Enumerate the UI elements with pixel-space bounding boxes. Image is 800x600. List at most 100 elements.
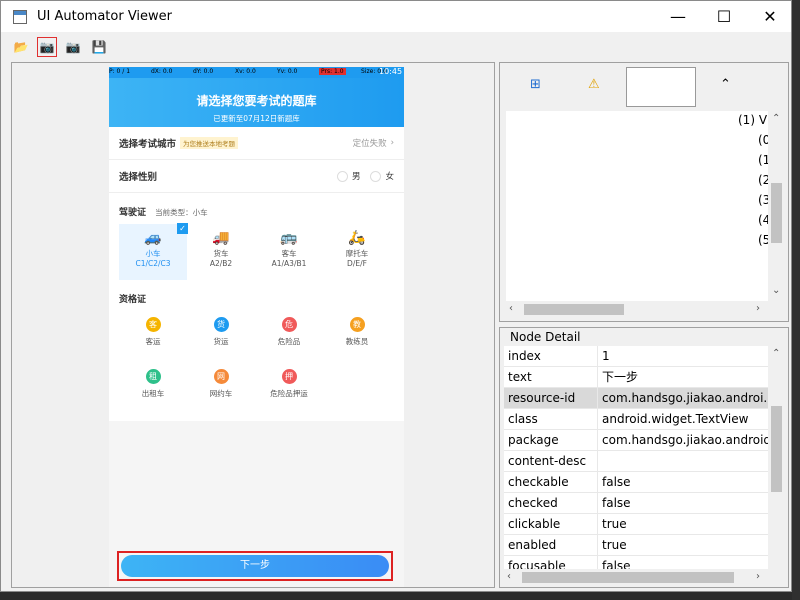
hierarchy-tree[interactable]: (1) V (0 (1 (2 (3 (4 (5 xyxy=(506,111,770,301)
maximize-button[interactable]: ☐ xyxy=(701,1,747,32)
minimize-button[interactable]: — xyxy=(655,1,701,32)
scroll-right-icon[interactable]: › xyxy=(756,303,760,314)
prop-value: 1 xyxy=(602,349,610,363)
close-button[interactable]: ✕ xyxy=(747,1,793,32)
prop-value xyxy=(598,451,768,471)
prop-key: content-desc xyxy=(504,451,598,471)
scroll-up-icon[interactable]: ⌃ xyxy=(772,113,780,124)
status-xv: Xv: 0.0 xyxy=(235,68,256,75)
status-p: P: 0 / 1 xyxy=(109,68,131,75)
hierarchy-vscrollbar[interactable]: ⌃ ⌄ xyxy=(768,111,785,301)
device-screenshot-compressed-icon[interactable]: 📷 xyxy=(63,37,83,57)
qual-hazmat[interactable]: 危危险品 xyxy=(255,317,323,363)
qual-freight[interactable]: 货货运 xyxy=(187,317,255,363)
female-label[interactable]: 女 xyxy=(385,170,394,182)
scroll-thumb[interactable] xyxy=(522,572,734,583)
table-row[interactable]: package com.handsgo.jiakao.android xyxy=(504,430,768,451)
qual-passenger[interactable]: 客客运 xyxy=(119,317,187,363)
vehicle-truck[interactable]: 🚚 货车 A2/B2 xyxy=(187,224,255,280)
warning-icon[interactable]: ⚠ xyxy=(588,77,600,92)
vehicle-code: A2/B2 xyxy=(209,259,233,268)
prop-value: android.widget.TextView xyxy=(602,412,749,426)
vehicle-code: D/E/F xyxy=(347,259,367,268)
qual-taxi[interactable]: 租出租车 xyxy=(119,369,187,415)
next-button[interactable]: 下一步 xyxy=(121,555,389,577)
expand-all-icon[interactable]: ⊞ xyxy=(530,77,541,92)
vehicle-name: 小车 xyxy=(145,249,161,258)
female-radio[interactable] xyxy=(370,170,382,182)
open-folder-icon[interactable]: 📂 xyxy=(11,37,31,57)
scroll-left-icon[interactable]: ‹ xyxy=(507,571,511,582)
status-dx: dX: 0.0 xyxy=(151,68,173,75)
pointer-location-bar: P: 0 / 1 dX: 0.0 dY: 0.0 Xv: 0.0 Yv: 0.0… xyxy=(109,67,404,78)
scroll-thumb[interactable] xyxy=(771,406,782,492)
bus-icon: 🚌 xyxy=(280,230,298,246)
scroll-down-icon[interactable]: ⌄ xyxy=(772,285,780,296)
city-value: 定位失败 xyxy=(352,139,387,149)
vehicle-bus[interactable]: 🚌 客车 A1/A3/B1 xyxy=(255,224,323,280)
hierarchy-pane: ⊞ ⚠ ⌃ (1) V (0 (1 (2 (3 (4 (5 ⌃ ⌄ ‹ › xyxy=(499,62,789,322)
city-row[interactable]: 选择考试城市 为您推送本地考题 定位失败 › xyxy=(109,127,404,160)
prop-key: enabled xyxy=(504,535,598,555)
screenshot-pane: P: 0 / 1 dX: 0.0 dY: 0.0 Xv: 0.0 Yv: 0.0… xyxy=(11,62,495,588)
toolbar: 📂 📷 📷 💾 xyxy=(1,32,791,62)
scroll-up-icon[interactable]: ⌃ xyxy=(772,348,780,359)
table-row[interactable]: content-desc xyxy=(504,451,768,472)
selected-node-highlight: 下一步 xyxy=(117,551,393,581)
node-detail-pane: Node Detail index 1 text 下一步 resource-id co… xyxy=(499,327,789,588)
male-label[interactable]: 男 xyxy=(352,170,361,182)
form-card: 选择考试城市 为您推送本地考题 定位失败 › 选择性别 男 女 驾驶证 当前类型… xyxy=(109,127,404,421)
qual-name: 危险品 xyxy=(277,337,301,346)
qual-hazmat-escort[interactable]: 押危险品押运 xyxy=(255,369,323,415)
prop-key: clickable xyxy=(504,514,598,534)
detail-hscrollbar[interactable]: ‹ › xyxy=(504,569,768,586)
table-row[interactable]: text 下一步 xyxy=(504,367,768,388)
status-yv: Yv: 0.0 xyxy=(277,68,298,75)
main-window: UI Automator Viewer — ☐ ✕ 📂 📷 📷 💾 P: 0 /… xyxy=(0,0,792,592)
male-radio[interactable] xyxy=(336,170,348,182)
truck-icon: 🚚 xyxy=(212,230,230,246)
table-row[interactable]: enabled true xyxy=(504,535,768,556)
save-icon[interactable]: 💾 xyxy=(89,37,109,57)
background-desktop xyxy=(792,0,800,600)
prop-value: false xyxy=(602,496,631,510)
table-row[interactable]: checked false xyxy=(504,493,768,514)
chevron-right-icon: › xyxy=(390,138,394,148)
tree-node[interactable]: (1) V xyxy=(738,113,767,127)
city-tag: 为您推送本地考题 xyxy=(180,137,239,149)
hazmat-icon: 危 xyxy=(281,317,297,332)
qual-ride-hailing[interactable]: 网网约车 xyxy=(187,369,255,415)
detail-vscrollbar[interactable]: ⌃ xyxy=(768,346,785,572)
device-screen[interactable]: P: 0 / 1 dX: 0.0 dY: 0.0 Xv: 0.0 Yv: 0.0… xyxy=(109,67,404,587)
table-row[interactable]: index 1 xyxy=(504,346,768,367)
status-prs: Prs: 1.0 xyxy=(319,68,346,75)
table-row[interactable]: class android.widget.TextView xyxy=(504,409,768,430)
filter-box[interactable] xyxy=(626,67,696,107)
table-row[interactable]: checkable false xyxy=(504,472,768,493)
table-row[interactable]: resource-id com.handsgo.jiakao.androi... xyxy=(504,388,768,409)
city-label: 选择考试城市 xyxy=(119,139,177,150)
prop-key: package xyxy=(504,430,598,450)
vehicle-car[interactable]: ✓ 🚙 小车 C1/C2/C3 xyxy=(119,223,188,280)
qual-instructor[interactable]: 教教练员 xyxy=(323,317,391,363)
ride-hailing-icon: 网 xyxy=(213,369,229,384)
prop-value: true xyxy=(602,538,627,552)
qualification-label: 资格证 xyxy=(119,295,147,305)
hierarchy-hscrollbar[interactable]: ‹ › xyxy=(506,301,768,318)
hierarchy-toolbar: ⊞ ⚠ ⌃ xyxy=(500,63,788,111)
qual-name: 货运 xyxy=(213,337,229,346)
device-screenshot-icon[interactable]: 📷 xyxy=(37,37,57,57)
hazmat-escort-icon: 押 xyxy=(281,369,297,384)
scroll-right-icon[interactable]: › xyxy=(756,571,760,582)
qual-name: 网约车 xyxy=(209,389,233,398)
scroll-thumb[interactable] xyxy=(524,304,624,315)
table-row[interactable]: clickable true xyxy=(504,514,768,535)
chevron-up-icon[interactable]: ⌃ xyxy=(720,77,731,92)
qual-name: 出租车 xyxy=(141,389,165,398)
node-detail-table: index 1 text 下一步 resource-id com.handsgo.ji… xyxy=(504,346,768,572)
scroll-thumb[interactable] xyxy=(771,183,782,243)
vehicle-motorcycle[interactable]: 🛵 摩托车 D/E/F xyxy=(323,224,391,280)
prop-value: false xyxy=(602,475,631,489)
scroll-left-icon[interactable]: ‹ xyxy=(509,303,513,314)
prop-value: 下一步 xyxy=(602,370,639,384)
